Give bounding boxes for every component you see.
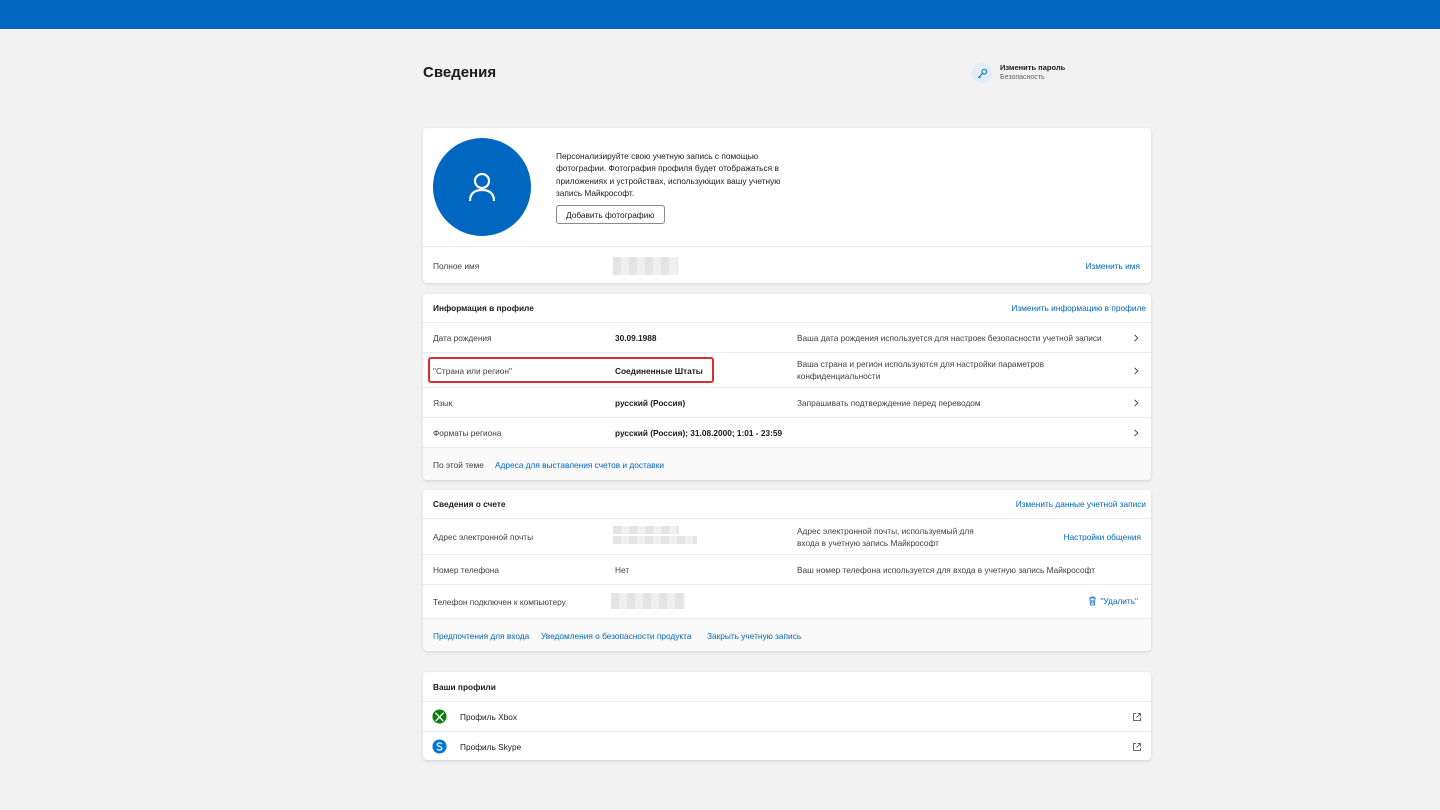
language-desc: Запрашивать подтверждение перед переводо…	[797, 398, 981, 408]
related-row: По этой теме Адреса для выставления счет…	[423, 447, 1151, 480]
region-format-label: Форматы региона	[433, 428, 502, 438]
profile-photo-card: Персонализируйте свою учетную запись с п…	[423, 128, 1151, 283]
security-notifications-link[interactable]: Уведомления о безопасности продукта	[541, 631, 691, 641]
sign-in-preferences-link[interactable]: Предпочтения для входа	[433, 631, 529, 641]
change-password-title: Изменить пароль	[1000, 63, 1066, 72]
birthdate-label: Дата рождения	[433, 333, 492, 343]
change-name-link[interactable]: Изменить имя	[1085, 261, 1140, 271]
phone-label: Номер телефона	[433, 565, 499, 575]
account-footer-row: Предпочтения для входа Уведомления о без…	[423, 618, 1151, 651]
chevron-right-icon	[1134, 334, 1139, 342]
birthdate-row[interactable]: Дата рождения 30.09.1988 Ваша дата рожде…	[423, 322, 1151, 352]
remove-linked-phone-button[interactable]: "Удалить"	[1088, 596, 1138, 606]
chevron-right-icon	[1134, 399, 1139, 407]
email-label: Адрес электронной почты	[433, 532, 534, 542]
language-row[interactable]: Язык русский (Россия) Запрашивать подтве…	[423, 387, 1151, 417]
profiles-header: Ваши профили	[433, 682, 496, 692]
phone-desc: Ваш номер телефона используется для вход…	[797, 565, 1096, 575]
full-name-label: Полное имя	[433, 261, 480, 271]
top-banner	[0, 0, 1440, 29]
photo-description: Персонализируйте свою учетную запись с п…	[556, 151, 781, 199]
xbox-icon	[432, 709, 447, 724]
profile-info-card: Информация в профиле Изменить информацию…	[423, 294, 1151, 480]
add-photo-button[interactable]: Добавить фотографию	[556, 205, 665, 224]
linked-phone-row: Телефон подключен к компьютеру "Удалить"	[423, 584, 1151, 618]
person-icon	[468, 172, 496, 202]
account-info-card: Сведения о счете Изменить данные учетной…	[423, 490, 1151, 651]
full-name-row: Полное имя Изменить имя	[423, 246, 1151, 283]
full-name-value-redacted	[613, 257, 678, 275]
key-icon	[972, 63, 992, 83]
edit-profile-info-link[interactable]: Изменить информацию в профиле	[1011, 303, 1146, 313]
country-highlight-box	[428, 357, 714, 383]
email-row: Адрес электронной почты Адрес электронно…	[423, 518, 1151, 554]
region-format-value: русский (Россия); 31.08.2000; 1:01 - 23:…	[615, 428, 783, 438]
trash-icon	[1089, 596, 1097, 606]
birthdate-desc: Ваша дата рождения используется для наст…	[797, 333, 1102, 343]
xbox-profile-row[interactable]: Профиль Xbox	[423, 701, 1151, 731]
email-value-redacted-2	[613, 536, 697, 544]
skype-profile-label: Профиль Skype	[460, 742, 522, 752]
remove-label: "Удалить"	[1100, 596, 1138, 606]
account-info-header: Сведения о счете	[433, 499, 506, 509]
birthdate-value: 30.09.1988	[615, 333, 657, 343]
phone-row: Номер телефона Нет Ваш номер телефона ис…	[423, 554, 1151, 584]
skype-icon	[432, 739, 447, 754]
email-desc: Адрес электронной почты, используемый дл…	[797, 526, 974, 549]
change-password-subtitle: Безопасность	[1000, 74, 1045, 81]
related-label: По этой теме	[433, 460, 484, 470]
external-link-icon	[1133, 713, 1141, 721]
country-desc: Ваша страна и регион используются для на…	[797, 359, 1045, 382]
skype-profile-row[interactable]: Профиль Skype	[423, 731, 1151, 760]
linked-phone-label: Телефон подключен к компьютеру	[433, 597, 566, 607]
edit-account-link[interactable]: Изменить данные учетной записи	[1016, 499, 1146, 509]
chevron-right-icon	[1134, 367, 1139, 375]
profiles-card: Ваши профили Профиль Xbox Профиль Skype	[423, 672, 1151, 760]
communication-settings-link[interactable]: Настройки общения	[1064, 532, 1141, 542]
close-account-link[interactable]: Закрыть учетную запись	[707, 631, 801, 641]
profile-info-header: Информация в профиле	[433, 303, 534, 313]
xbox-profile-label: Профиль Xbox	[460, 712, 518, 722]
page-title: Сведения	[423, 64, 497, 81]
external-link-icon	[1133, 743, 1141, 751]
region-format-row[interactable]: Форматы региона русский (Россия); 31.08.…	[423, 417, 1151, 447]
phone-value: Нет	[615, 565, 630, 575]
linked-phone-value-redacted	[611, 593, 685, 609]
chevron-right-icon	[1134, 429, 1139, 437]
avatar	[433, 138, 531, 236]
language-label: Язык	[433, 398, 453, 408]
email-value-redacted	[613, 526, 679, 534]
language-value: русский (Россия)	[615, 398, 686, 408]
billing-addresses-link[interactable]: Адреса для выставления счетов и доставки	[495, 460, 664, 470]
change-password-link[interactable]: Изменить пароль Безопасность	[972, 63, 1065, 83]
